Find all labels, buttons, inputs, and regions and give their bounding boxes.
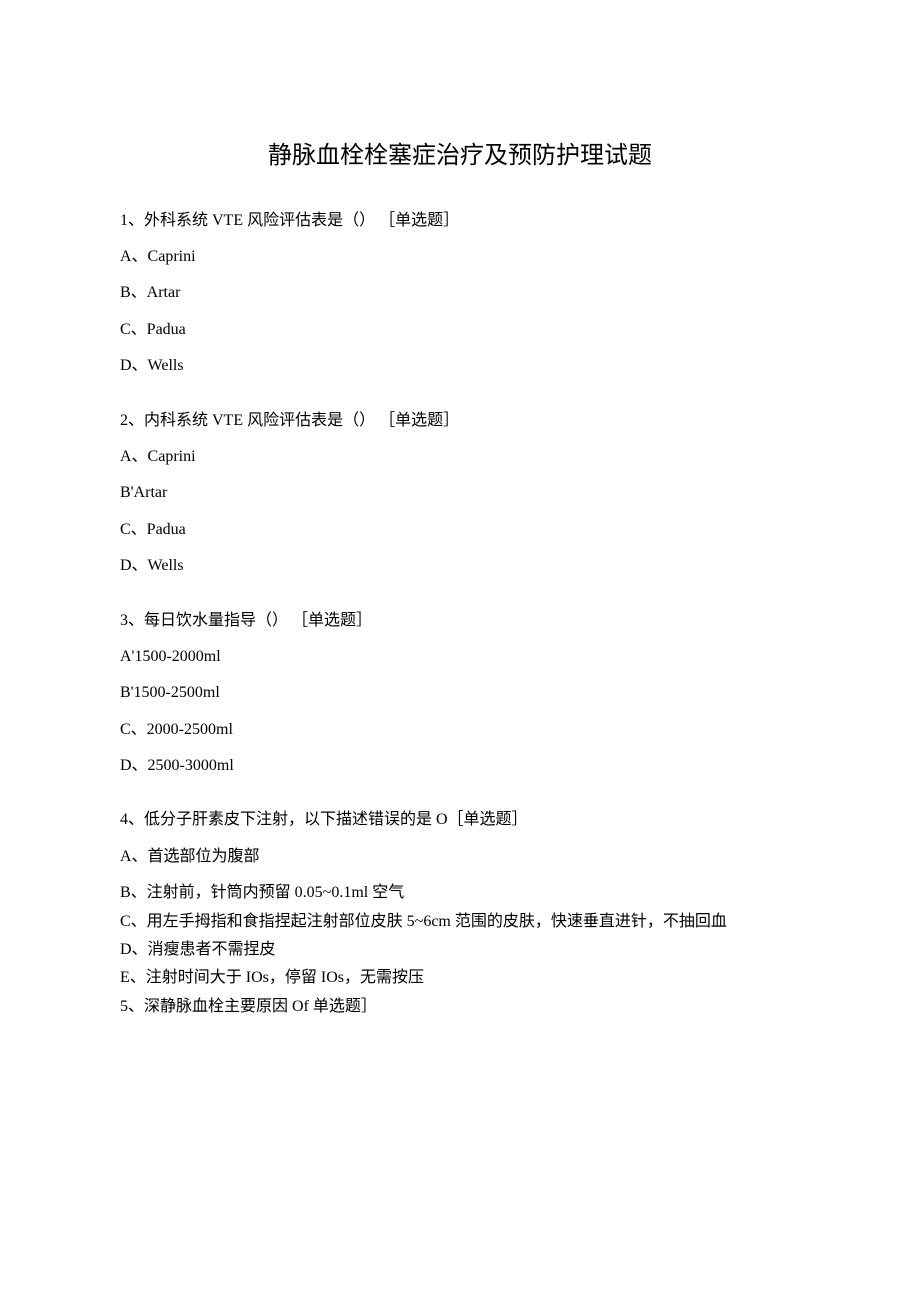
question-1-option-b: B、Artar — [120, 282, 800, 304]
question-4: 4、低分子肝素皮下注射，以下描述错误的是 O［单选题］ A、首选部位为腹部 B、… — [120, 809, 800, 989]
question-3: 3、每日饮水量指导（） ［单选题］ A'1500-2000ml B'1500-2… — [120, 610, 800, 778]
question-4-option-c: C、用左手拇指和食指捏起注射部位皮肤 5~6cm 范围的皮肤，快速垂直进针，不抽… — [120, 911, 800, 933]
document-title: 静脉血栓栓塞症治疗及预防护理试题 — [120, 140, 800, 174]
question-4-option-b: B、注射前，针筒内预留 0.05~0.1ml 空气 — [120, 882, 800, 904]
question-1-option-a: A、Caprini — [120, 246, 800, 268]
question-3-option-d: D、2500-3000ml — [120, 755, 800, 777]
question-1-text: 1、外科系统 VTE 风险评估表是（） ［单选题］ — [120, 210, 800, 232]
question-2-option-d: D、Wells — [120, 555, 800, 577]
question-4-option-e: E、注射时间大于 IOs，停留 IOs，无需按压 — [120, 967, 800, 989]
question-4-option-d: D、消瘦患者不需捏皮 — [120, 939, 800, 961]
question-3-option-b: B'1500-2500ml — [120, 682, 800, 704]
question-4-option-a: A、首选部位为腹部 — [120, 846, 800, 868]
question-1-option-d: D、Wells — [120, 355, 800, 377]
question-5-text: 5、深静脉血栓主要原因 Of 单选题］ — [120, 996, 800, 1018]
question-3-option-c: C、2000-2500ml — [120, 719, 800, 741]
question-1-option-c: C、Padua — [120, 319, 800, 341]
question-3-option-a: A'1500-2000ml — [120, 646, 800, 668]
question-3-text: 3、每日饮水量指导（） ［单选题］ — [120, 610, 800, 632]
question-4-text: 4、低分子肝素皮下注射，以下描述错误的是 O［单选题］ — [120, 809, 800, 831]
document-page: 静脉血栓栓塞症治疗及预防护理试题 1、外科系统 VTE 风险评估表是（） ［单选… — [0, 0, 920, 1084]
question-2-option-a: A、Caprini — [120, 446, 800, 468]
question-1: 1、外科系统 VTE 风险评估表是（） ［单选题］ A、Caprini B、Ar… — [120, 210, 800, 378]
question-2-text: 2、内科系统 VTE 风险评估表是（） ［单选题］ — [120, 410, 800, 432]
question-2-option-b: B'Artar — [120, 482, 800, 504]
question-2: 2、内科系统 VTE 风险评估表是（） ［单选题］ A、Caprini B'Ar… — [120, 410, 800, 578]
question-2-option-c: C、Padua — [120, 519, 800, 541]
